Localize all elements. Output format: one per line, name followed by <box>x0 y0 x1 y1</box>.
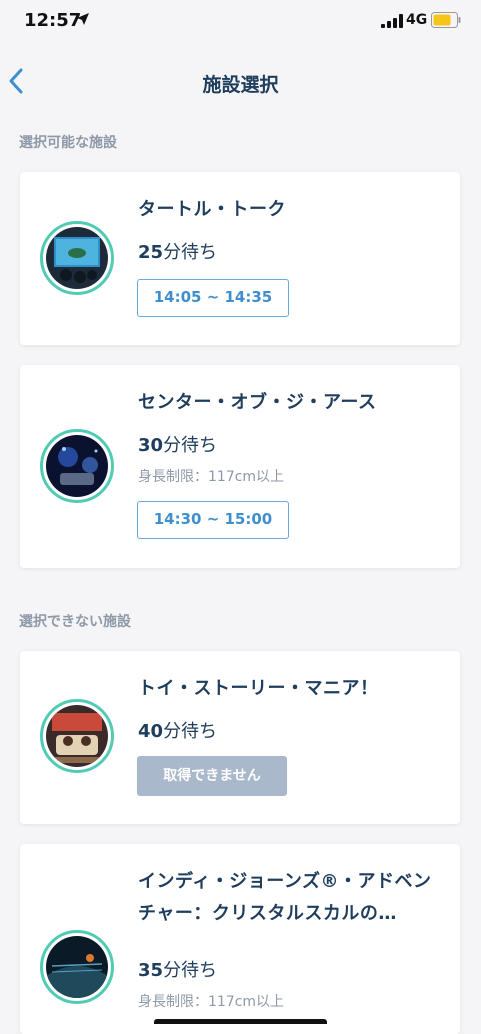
battery-icon <box>431 12 461 28</box>
height-restriction: 身長制限：117cm以上 <box>138 994 285 1010</box>
wait-unit: 分待ち <box>163 960 218 981</box>
facility-image <box>46 435 108 497</box>
facility-thumbnail <box>40 221 114 295</box>
network-type: 4G <box>406 12 428 28</box>
facility-thumbnail <box>40 930 114 1004</box>
facility-name: トイ・ストーリー・マニア！ <box>138 678 379 699</box>
wait-time: 40分待ち <box>138 717 217 743</box>
facility-card-center-of-earth[interactable]: センター・オブ・ジ・アース 30分待ち 身長制限：117cm以上 14:30 ~… <box>20 365 460 568</box>
facility-card-turtle-talk[interactable]: タートル・トーク 25分待ち 14:05 ~ 14:35 <box>20 172 460 345</box>
section-label-unavailable: 選択できない施設 <box>19 614 131 630</box>
facility-name: インディ・ジョーンズ®・アドベンチャー：クリスタルスカルの… <box>138 871 432 924</box>
facility-image <box>46 227 108 289</box>
wait-time: 25分待ち <box>138 238 217 264</box>
wait-number: 40 <box>138 721 164 742</box>
time-slot-button[interactable]: 14:30 ~ 15:00 <box>137 501 289 539</box>
status-bar: 12:57 4G <box>0 0 481 40</box>
wait-unit: 分待ち <box>163 242 218 263</box>
wait-time: 30分待ち <box>138 431 217 457</box>
page-title: 施設選択 <box>202 74 279 96</box>
time-slot-button[interactable]: 14:05 ~ 14:35 <box>137 279 289 317</box>
wait-unit: 分待ち <box>163 435 218 456</box>
unavailable-button: 取得できません <box>137 756 287 796</box>
wait-unit: 分待ち <box>163 721 218 742</box>
facility-card-indiana-jones[interactable]: インディ・ジョーンズ®・アドベンチャー：クリスタルスカルの… 35分待ち 身長制… <box>20 844 460 1034</box>
facility-image <box>46 936 108 998</box>
wait-number: 25 <box>138 242 164 263</box>
facility-thumbnail <box>40 429 114 503</box>
home-indicator <box>154 1019 327 1024</box>
facility-card-toy-story-mania: トイ・ストーリー・マニア！ 40分待ち 取得できません <box>20 651 460 824</box>
wait-number: 35 <box>138 960 164 981</box>
status-time: 12:57 <box>24 10 82 31</box>
height-restriction: 身長制限：117cm以上 <box>138 469 285 485</box>
facility-thumbnail <box>40 699 114 773</box>
wait-time: 35分待ち <box>138 956 217 982</box>
facility-name: タートル・トーク <box>138 199 286 220</box>
signal-icon <box>381 14 403 28</box>
facility-name: センター・オブ・ジ・アース <box>138 392 377 413</box>
section-label-available: 選択可能な施設 <box>19 135 117 151</box>
wait-number: 30 <box>138 435 164 456</box>
facility-image <box>46 705 108 767</box>
location-arrow-icon <box>77 13 89 25</box>
nav-bar: 施設選択 <box>0 56 481 106</box>
